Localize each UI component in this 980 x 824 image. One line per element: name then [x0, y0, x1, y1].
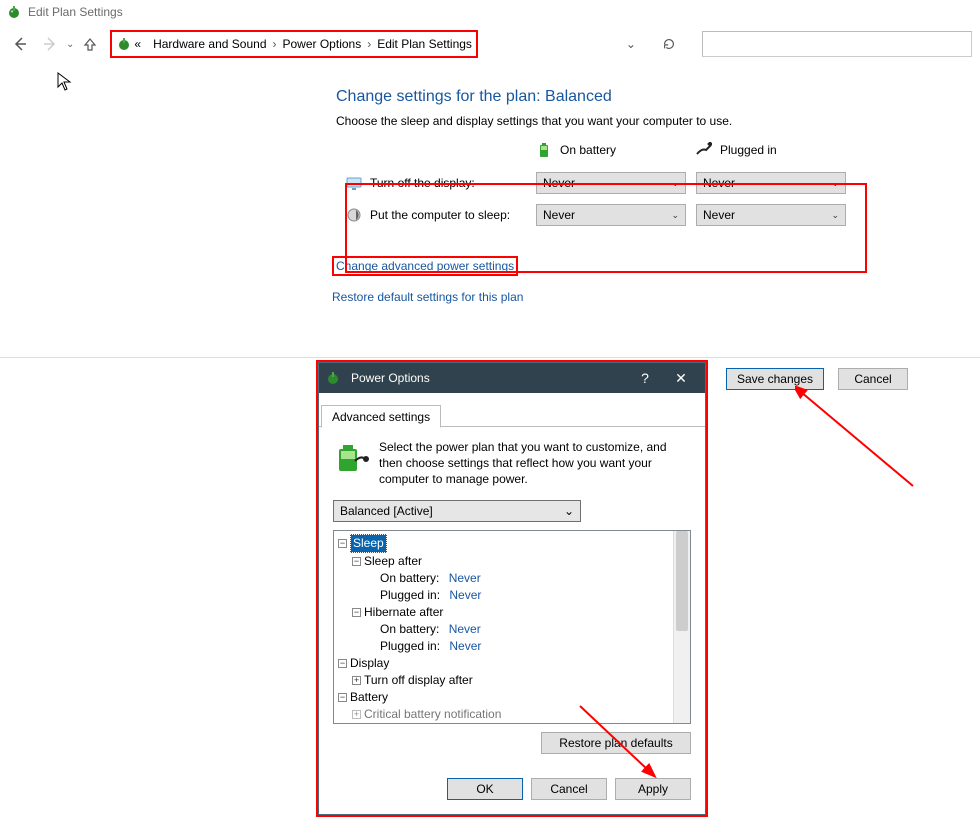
- row-display: Turn off the display:: [336, 175, 536, 191]
- select-display-battery[interactable]: Never ⌄: [536, 172, 686, 194]
- dialog-description: Select the power plan that you want to c…: [379, 439, 691, 488]
- column-label: On battery: [560, 143, 616, 157]
- collapse-icon[interactable]: −: [338, 693, 347, 702]
- tree-node-sleep[interactable]: Sleep: [350, 534, 387, 553]
- breadcrumb-item[interactable]: Edit Plan Settings: [377, 37, 472, 51]
- link-restore-defaults[interactable]: Restore default settings for this plan: [332, 290, 523, 304]
- row-label-text: Turn off the display:: [370, 176, 475, 190]
- nav-toolbar: ⌄ « Hardware and Sound › Power Options ›…: [0, 24, 980, 64]
- chevron-down-icon: ⌄: [564, 504, 574, 518]
- collapse-icon[interactable]: −: [338, 659, 347, 668]
- tab-advanced[interactable]: Advanced settings: [321, 405, 441, 428]
- annotation-arrow: [570, 700, 680, 790]
- back-button[interactable]: [8, 32, 32, 56]
- select-sleep-plugged[interactable]: Never ⌄: [696, 204, 846, 226]
- chevron-down-icon: ⌄: [671, 178, 679, 189]
- close-button[interactable]: ✕: [663, 370, 699, 387]
- chevron-right-icon: ›: [273, 37, 277, 51]
- expand-icon[interactable]: +: [352, 676, 361, 685]
- expand-icon[interactable]: +: [352, 710, 361, 719]
- recent-locations-dropdown[interactable]: ⌄: [66, 39, 74, 50]
- up-button[interactable]: [78, 32, 102, 56]
- tree-value[interactable]: Never: [449, 621, 481, 638]
- select-value: Never: [543, 208, 575, 222]
- ok-button[interactable]: OK: [447, 778, 523, 800]
- chevron-down-icon: ⌄: [831, 178, 839, 189]
- column-header-plugged: Plugged in: [696, 142, 856, 162]
- dialog-title: Power Options: [351, 371, 627, 385]
- tree-node-sleep-after[interactable]: Sleep after: [364, 553, 422, 570]
- power-icon: [325, 370, 341, 386]
- select-display-plugged[interactable]: Never ⌄: [696, 172, 846, 194]
- row-sleep: Put the computer to sleep:: [336, 207, 536, 223]
- breadcrumb-prefix[interactable]: «: [134, 37, 141, 51]
- select-value: Balanced [Active]: [340, 504, 433, 518]
- page-title: Change settings for the plan: Balanced: [336, 88, 980, 106]
- collapse-icon[interactable]: −: [338, 539, 347, 548]
- tree-value[interactable]: Never: [449, 570, 481, 587]
- chevron-down-icon: ⌄: [671, 210, 679, 221]
- display-icon: [346, 175, 362, 191]
- select-sleep-battery[interactable]: Never ⌄: [536, 204, 686, 226]
- select-power-plan[interactable]: Balanced [Active] ⌄: [333, 500, 581, 522]
- sleep-icon: [346, 207, 362, 223]
- cursor-icon: [57, 72, 73, 92]
- breadcrumb-icon: [116, 36, 132, 52]
- tree-node-battery[interactable]: Battery: [350, 689, 388, 706]
- link-advanced-settings[interactable]: Change advanced power settings: [332, 256, 518, 276]
- chevron-right-icon: ›: [367, 37, 371, 51]
- select-value: Never: [703, 208, 735, 222]
- tree-node-turn-off-display[interactable]: Turn off display after: [364, 672, 473, 689]
- breadcrumb-item[interactable]: Hardware and Sound: [153, 37, 266, 51]
- scrollbar-thumb[interactable]: [676, 531, 688, 631]
- tree-label: Plugged in:: [380, 587, 440, 604]
- search-input[interactable]: [702, 31, 972, 57]
- breadcrumb-item[interactable]: Power Options: [283, 37, 362, 51]
- help-button[interactable]: ?: [627, 370, 663, 386]
- tree-label: On battery:: [380, 570, 439, 587]
- column-label: Plugged in: [720, 143, 777, 157]
- row-label-text: Put the computer to sleep:: [370, 208, 510, 222]
- tree-node-hibernate-after[interactable]: Hibernate after: [364, 604, 443, 621]
- tree-label: Plugged in:: [380, 638, 440, 655]
- settings-tree[interactable]: − Sleep − Sleep after On battery: Never …: [333, 530, 691, 724]
- column-header-battery: On battery: [536, 142, 696, 162]
- main-content: Change settings for the plan: Balanced C…: [0, 64, 980, 304]
- plug-icon: [696, 142, 712, 158]
- scrollbar[interactable]: [673, 531, 690, 723]
- tree-value[interactable]: Never: [449, 638, 481, 655]
- select-value: Never: [703, 176, 735, 190]
- dialog-titlebar[interactable]: Power Options ? ✕: [319, 363, 705, 393]
- tree-label: On battery:: [380, 621, 439, 638]
- page-subtitle: Choose the sleep and display settings th…: [336, 114, 980, 128]
- tree-node-display[interactable]: Display: [350, 655, 389, 672]
- chevron-down-icon: ⌄: [831, 210, 839, 221]
- annotation-arrow: [795, 386, 925, 496]
- power-plan-icon: [6, 4, 22, 20]
- forward-button[interactable]: [38, 32, 62, 56]
- battery-icon: [536, 142, 552, 158]
- tree-node-critical-battery[interactable]: Critical battery notification: [364, 706, 501, 723]
- select-value: Never: [543, 176, 575, 190]
- window-title: Edit Plan Settings: [28, 5, 123, 19]
- collapse-icon[interactable]: −: [352, 557, 361, 566]
- breadcrumb[interactable]: « Hardware and Sound › Power Options › E…: [110, 30, 478, 58]
- refresh-button[interactable]: [662, 37, 682, 51]
- tree-value[interactable]: Never: [449, 587, 481, 604]
- power-plan-icon: [333, 439, 369, 475]
- address-dropdown[interactable]: ⌄: [624, 37, 638, 51]
- collapse-icon[interactable]: −: [352, 608, 361, 617]
- window-titlebar: Edit Plan Settings: [0, 0, 980, 24]
